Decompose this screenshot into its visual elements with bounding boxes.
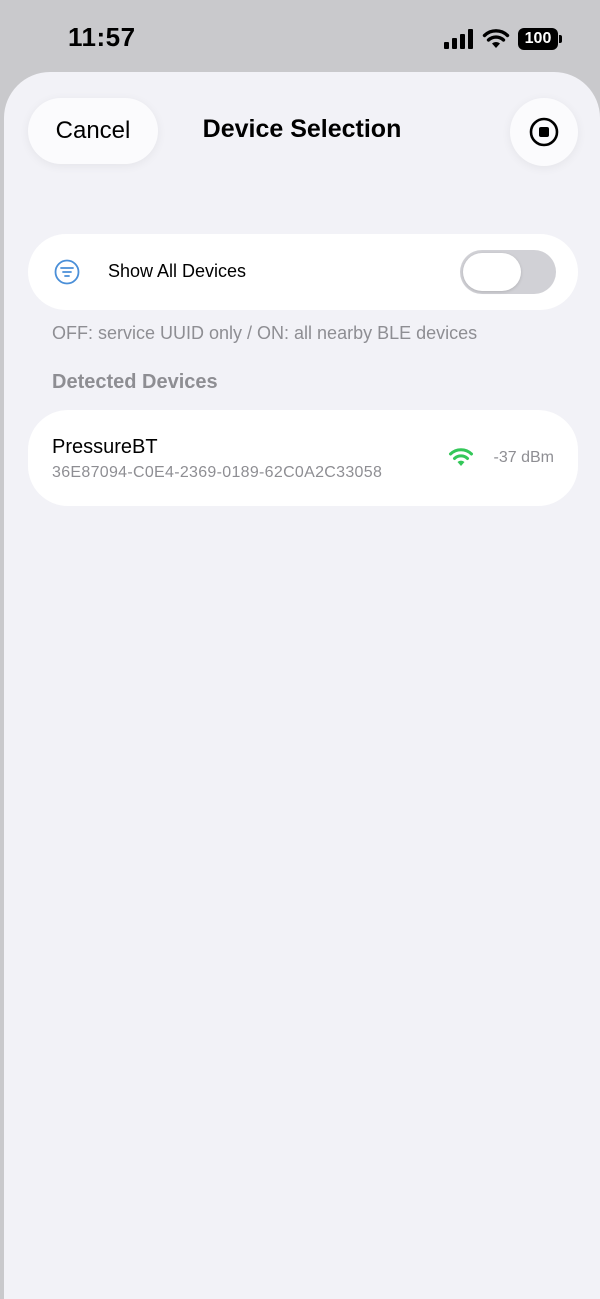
- status-bar: 11:57 100: [0, 0, 600, 80]
- show-all-devices-toggle[interactable]: [460, 250, 556, 294]
- battery-icon: 100: [518, 28, 562, 50]
- filter-lines-icon: [54, 259, 80, 285]
- show-all-devices-row: Show All Devices: [28, 234, 578, 310]
- sheet-header: Cancel Device Selection: [4, 72, 600, 192]
- stop-scan-button[interactable]: [510, 98, 578, 166]
- battery-level: 100: [518, 28, 558, 50]
- section-header-detected-devices: Detected Devices: [52, 371, 218, 393]
- signal-bars-icon: [444, 29, 473, 49]
- device-uuid: 36E87094-C0E4-2369-0189-62C0A2C33058: [52, 464, 383, 481]
- show-all-devices-label: Show All Devices: [108, 261, 247, 281]
- device-row[interactable]: PressureBT 36E87094-C0E4-2369-0189-62C0A…: [28, 410, 578, 506]
- wifi-icon: [482, 29, 510, 48]
- device-selection-sheet: Cancel Device Selection Show All Devices…: [4, 72, 600, 1299]
- filter-footnote: OFF: service UUID only / ON: all nearby …: [52, 323, 478, 343]
- status-icons: 100: [444, 28, 562, 50]
- rssi-value: -37 dBm: [493, 449, 554, 466]
- stop-circle-icon: [529, 117, 559, 147]
- status-time: 11:57: [68, 22, 136, 52]
- device-name: PressureBT: [52, 436, 158, 458]
- toggle-knob: [463, 253, 521, 291]
- wifi-signal-icon: [449, 448, 473, 466]
